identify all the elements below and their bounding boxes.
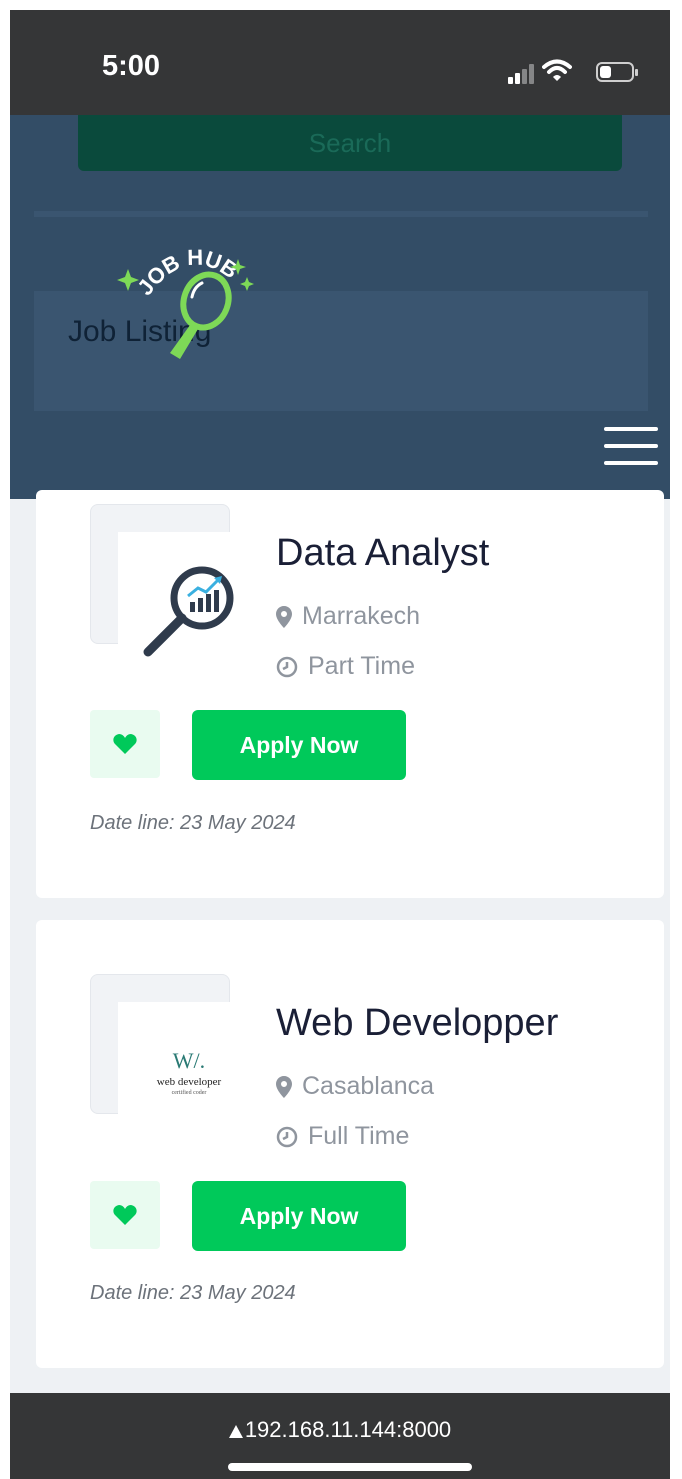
signal-icon (508, 64, 534, 84)
header-divider (34, 211, 648, 217)
clock-icon (276, 656, 298, 677)
job-location: Casablanca (276, 1072, 434, 1101)
web-developer-logo-subcaption: certified coder (171, 1090, 207, 1096)
favorite-button[interactable] (90, 710, 160, 778)
url-text: 192.168.11.144:8000 (244, 1417, 452, 1442)
magnifier-chart-icon (118, 532, 260, 674)
clock-icon (276, 1126, 298, 1147)
job-deadline: Date line: 23 May 2024 (90, 812, 296, 834)
job-title: Web Developper (276, 1002, 559, 1044)
job-card: W/. web developer certified coder Web De… (36, 920, 664, 1368)
job-type: Full Time (276, 1122, 409, 1151)
search-button[interactable]: Search (78, 115, 622, 171)
web-developer-logo-mark: W/. (172, 1048, 206, 1073)
favorite-button[interactable] (90, 1181, 160, 1249)
job-hub-logo[interactable]: JOB HUB (110, 225, 260, 375)
job-deadline: Date line: 23 May 2024 (90, 1282, 296, 1304)
job-type-text: Part Time (308, 652, 415, 680)
hamburger-menu-icon[interactable] (604, 427, 658, 465)
warning-triangle-icon (228, 1425, 243, 1438)
home-indicator[interactable] (228, 1463, 472, 1471)
job-location: Marrakech (276, 602, 420, 631)
job-location-text: Casablanca (302, 1072, 435, 1100)
battery-icon (596, 62, 638, 82)
job-title: Data Analyst (276, 532, 490, 574)
status-bar: 5:00 (10, 10, 670, 115)
apply-now-button[interactable]: Apply Now (192, 1181, 406, 1251)
map-pin-icon (276, 605, 292, 628)
web-developer-logo: W/. web developer certified coder (118, 1002, 260, 1144)
heart-icon (113, 1205, 137, 1225)
heart-icon (113, 734, 137, 754)
job-location-text: Marrakech (302, 602, 421, 630)
job-type-text: Full Time (308, 1122, 410, 1150)
status-time: 5:00 (102, 50, 161, 82)
map-pin-icon (276, 1075, 292, 1098)
browser-url-bar: 192.168.11.144:8000 (10, 1393, 670, 1479)
job-type: Part Time (276, 652, 415, 681)
job-card: Data Analyst Marrakech Part Time Apply N… (36, 490, 664, 898)
apply-now-button[interactable]: Apply Now (192, 710, 406, 780)
web-developer-logo-caption: web developer (156, 1076, 222, 1088)
url-display[interactable]: 192.168.11.144:8000 (10, 1417, 670, 1443)
site-header: Search Job Listing JOB HUB (10, 115, 670, 499)
wifi-icon (542, 59, 572, 81)
